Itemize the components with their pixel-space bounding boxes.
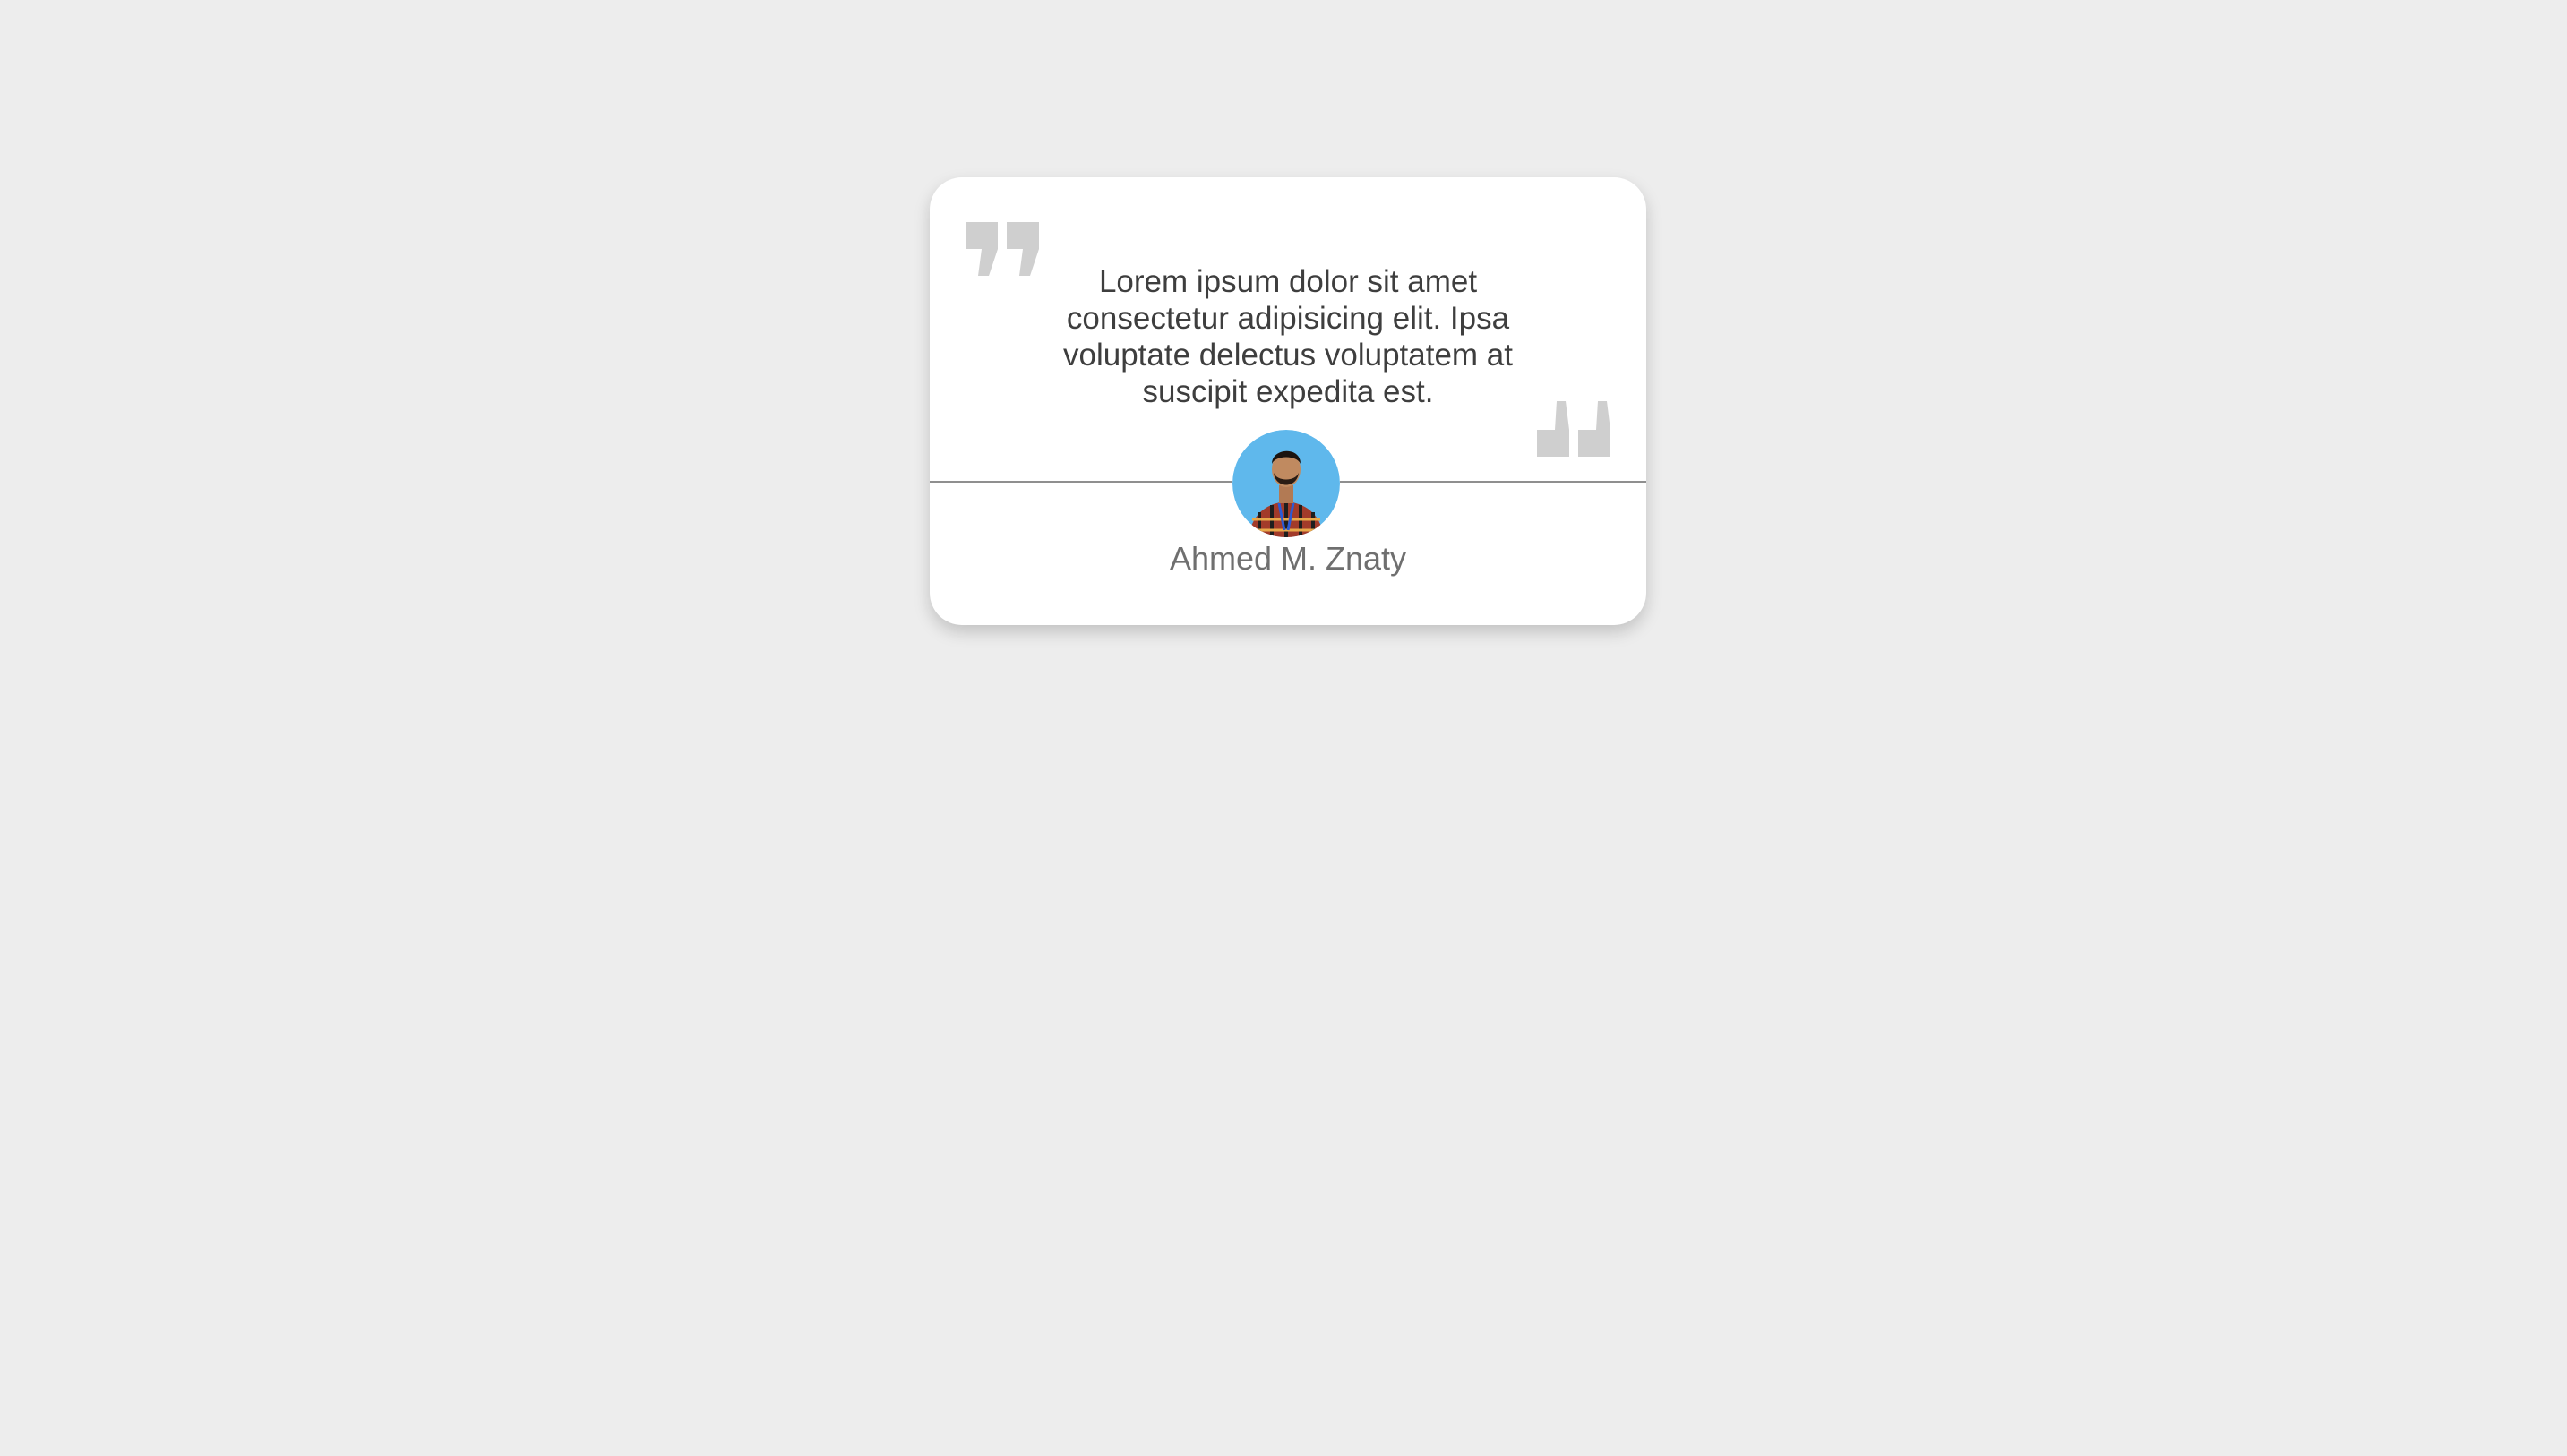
page: Lorem ipsum dolor sit amet consectetur a… (0, 0, 2567, 1456)
testimonial-card: Lorem ipsum dolor sit amet consectetur a… (930, 177, 1646, 625)
quote-close-icon (1537, 401, 1612, 457)
quote-open-icon (966, 222, 1041, 278)
author-avatar (1232, 430, 1340, 537)
testimonial-quote: Lorem ipsum dolor sit amet consectetur a… (1063, 264, 1513, 409)
author-name: Ahmed M. Znaty (1169, 540, 1407, 577)
